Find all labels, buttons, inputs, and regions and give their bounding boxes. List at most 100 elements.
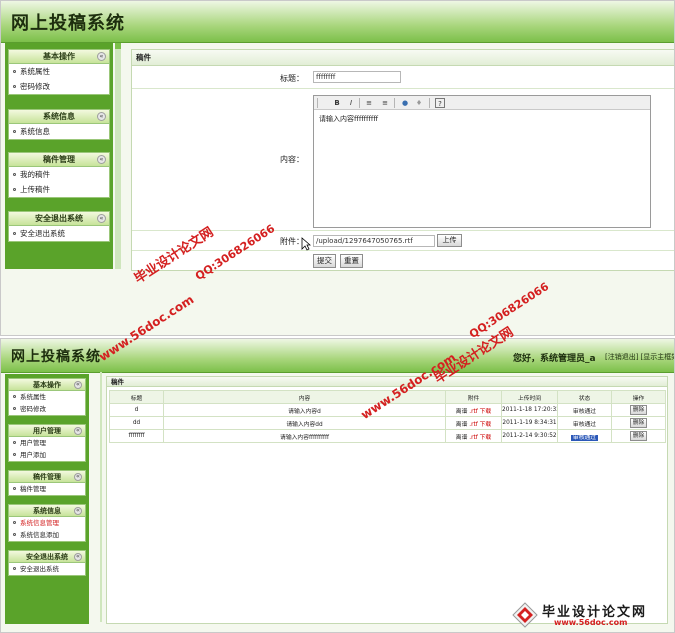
sidebar-group-title: 系统信息 <box>33 507 61 515</box>
column-header-content: 内容 <box>163 390 446 404</box>
sidebar-item-user-management[interactable]: 用户管理 <box>9 437 85 449</box>
collapse-icon[interactable]: « <box>74 553 82 561</box>
sidebar-item-change-password[interactable]: 密码修改 <box>9 79 109 94</box>
site-logo: 毕业设计论文网 www.56doc.com <box>512 600 672 630</box>
table-row: d 请输入内容d 离谱 .rtf 下载 2011-1-18 17:20:32 审… <box>109 403 666 417</box>
sidebar-item-system-properties[interactable]: 系统属性 <box>9 391 85 403</box>
collapse-icon[interactable]: « <box>97 214 106 223</box>
collapse-icon[interactable]: « <box>74 427 82 435</box>
sidebar-item-system-info[interactable]: 系统信息 <box>9 124 109 139</box>
content-editor[interactable]: B I ≡ ≡ ● ♦ ? 请输入内容ffffffffff <box>313 95 651 228</box>
upload-form-panel: 稿件 标题： ffffffff 内容： B I ≡ ≡ ● ♦ ? 请输入内容f… <box>131 49 674 271</box>
unlink-icon[interactable]: ♦ <box>414 98 424 108</box>
form-actions: 提交 重置 <box>132 252 674 271</box>
collapse-icon[interactable]: « <box>97 52 106 61</box>
sidebar-splitter[interactable] <box>115 43 121 269</box>
user-greeting: 您好，系统管理员_a <box>513 354 596 364</box>
sidebar-item-logout[interactable]: 安全退出系统 <box>9 563 85 575</box>
ordered-list-icon[interactable]: ≡ <box>364 98 374 108</box>
cell-action: 删除 <box>611 403 666 417</box>
sidebar-item-add-user[interactable]: 用户添加 <box>9 449 85 461</box>
sidebar-item-change-password[interactable]: 密码修改 <box>9 403 85 415</box>
panel-title: 稿件 <box>107 377 667 387</box>
sidebar-group-system-info: 系统信息 « 系统信息 <box>8 109 110 140</box>
sidebar-group-title: 用户管理 <box>33 427 61 435</box>
sidebar-group-header[interactable]: 用户管理 « <box>9 425 85 437</box>
attachment-row: 附件： /upload/1297647050765.rtf 上传 <box>132 232 674 251</box>
sidebar-group-header[interactable]: 基本操作 « <box>9 50 109 64</box>
delete-button[interactable]: 删除 <box>629 431 648 441</box>
collapse-icon[interactable]: « <box>97 155 106 164</box>
sidebar-group-title: 基本操作 <box>43 52 75 61</box>
cell-content: 请输入内容ffffffffff <box>163 429 446 443</box>
download-link[interactable]: .rtf 下载 <box>469 435 491 441</box>
column-header-action: 操作 <box>611 390 666 404</box>
title-label: 标题： <box>280 74 304 83</box>
attachment-label: 附件： <box>280 237 304 246</box>
sidebar-group-header[interactable]: 安全退出系统 « <box>9 551 85 563</box>
cell-status: 审核通过 <box>557 416 612 430</box>
sidebar-item-system-properties[interactable]: 系统属性 <box>9 64 109 79</box>
cell-title: d <box>109 403 164 417</box>
bold-icon[interactable]: B <box>332 98 342 108</box>
cell-action: 删除 <box>611 429 666 443</box>
download-link[interactable]: .rtf 下载 <box>469 409 491 415</box>
collapse-icon[interactable]: « <box>74 473 82 481</box>
app-title: 网上投稿系统 <box>11 349 101 365</box>
sidebar-group-header[interactable]: 系统信息 « <box>9 110 109 124</box>
upload-button[interactable]: 上传 <box>437 234 462 247</box>
table-row: ffffffff 请输入内容ffffffffff 离谱 .rtf 下载 2011… <box>109 429 666 443</box>
logout-link[interactable]: [注销退出] <box>605 353 638 361</box>
toolbar-separator <box>429 98 430 108</box>
column-header-title: 标题 <box>109 390 164 404</box>
unordered-list-icon[interactable]: ≡ <box>380 98 390 108</box>
sidebar-item-system-info-management[interactable]: 系统信息管理 <box>9 517 85 529</box>
mouse-cursor-icon <box>301 237 311 251</box>
submit-button[interactable]: 提交 <box>313 254 336 268</box>
sidebar-item-my-manuscripts[interactable]: 我的稿件 <box>9 167 109 182</box>
editor-toolbar: B I ≡ ≡ ● ♦ ? <box>314 96 650 110</box>
cell-status: 审核通过 <box>557 429 612 443</box>
bullet-icon <box>13 533 16 536</box>
show-main-frame-link[interactable]: [显示主框架] <box>640 353 674 361</box>
manuscript-list-panel: 稿件 标题 内容 附件 上传时间 状态 操作 d 请输入内容d 离谱 .rtf … <box>106 376 668 624</box>
bullet-icon <box>13 231 16 235</box>
sidebar-group-header[interactable]: 基本操作 « <box>9 379 85 391</box>
collapse-icon[interactable]: « <box>74 507 82 515</box>
download-link[interactable]: .rtf 下载 <box>469 422 491 428</box>
sidebar-item-logout[interactable]: 安全退出系统 <box>9 226 109 241</box>
sidebar-item-upload-manuscript[interactable]: 上传稿件 <box>9 182 109 197</box>
delete-button[interactable]: 删除 <box>629 405 648 415</box>
sidebar-group-header[interactable]: 系统信息 « <box>9 505 85 517</box>
reset-button[interactable]: 重置 <box>340 254 363 268</box>
bullet-icon <box>13 129 16 133</box>
sidebar-item-add-system-info[interactable]: 系统信息添加 <box>9 529 85 541</box>
cell-attachment: 离谱 .rtf 下载 <box>445 416 502 430</box>
sidebar-group-manuscripts: 稿件管理 « 我的稿件 上传稿件 <box>8 152 110 198</box>
title-input[interactable]: ffffffff <box>313 71 401 83</box>
sidebar-group-header[interactable]: 稿件管理 « <box>9 153 109 167</box>
bullet-icon <box>13 69 16 73</box>
content-label: 内容： <box>280 155 304 164</box>
manuscript-table: 标题 内容 附件 上传时间 状态 操作 d 请输入内容d 离谱 .rtf 下载 … <box>109 390 666 443</box>
attachment-input[interactable]: /upload/1297647050765.rtf <box>313 235 435 247</box>
sidebar-group-header[interactable]: 稿件管理 « <box>9 471 85 483</box>
italic-icon[interactable]: I <box>346 98 356 108</box>
editor-text[interactable]: 请输入内容ffffffffff <box>314 110 650 128</box>
sidebar-item-manuscript-management[interactable]: 稿件管理 <box>9 483 85 495</box>
delete-button[interactable]: 删除 <box>629 418 648 428</box>
sidebar-group-users: 用户管理 « 用户管理 用户添加 <box>8 424 86 462</box>
cell-title: ffffffff <box>109 429 164 443</box>
table-row: dd 请输入内容dd 离谱 .rtf 下载 2011-1-19 8:34:31 … <box>109 416 666 430</box>
toolbar-separator <box>359 98 360 108</box>
collapse-icon[interactable]: « <box>97 112 106 121</box>
sidebar-splitter[interactable] <box>100 372 102 622</box>
link-icon[interactable]: ● <box>400 98 410 108</box>
help-icon[interactable]: ? <box>435 98 445 108</box>
sidebar-item-label: 系统属性 <box>20 393 46 401</box>
splitter-handle-icon[interactable] <box>115 43 121 49</box>
sidebar-group-title: 基本操作 <box>33 381 61 389</box>
collapse-icon[interactable]: « <box>74 381 82 389</box>
sidebar-group-title: 系统信息 <box>43 112 75 121</box>
sidebar-group-header[interactable]: 安全退出系统 « <box>9 212 109 226</box>
